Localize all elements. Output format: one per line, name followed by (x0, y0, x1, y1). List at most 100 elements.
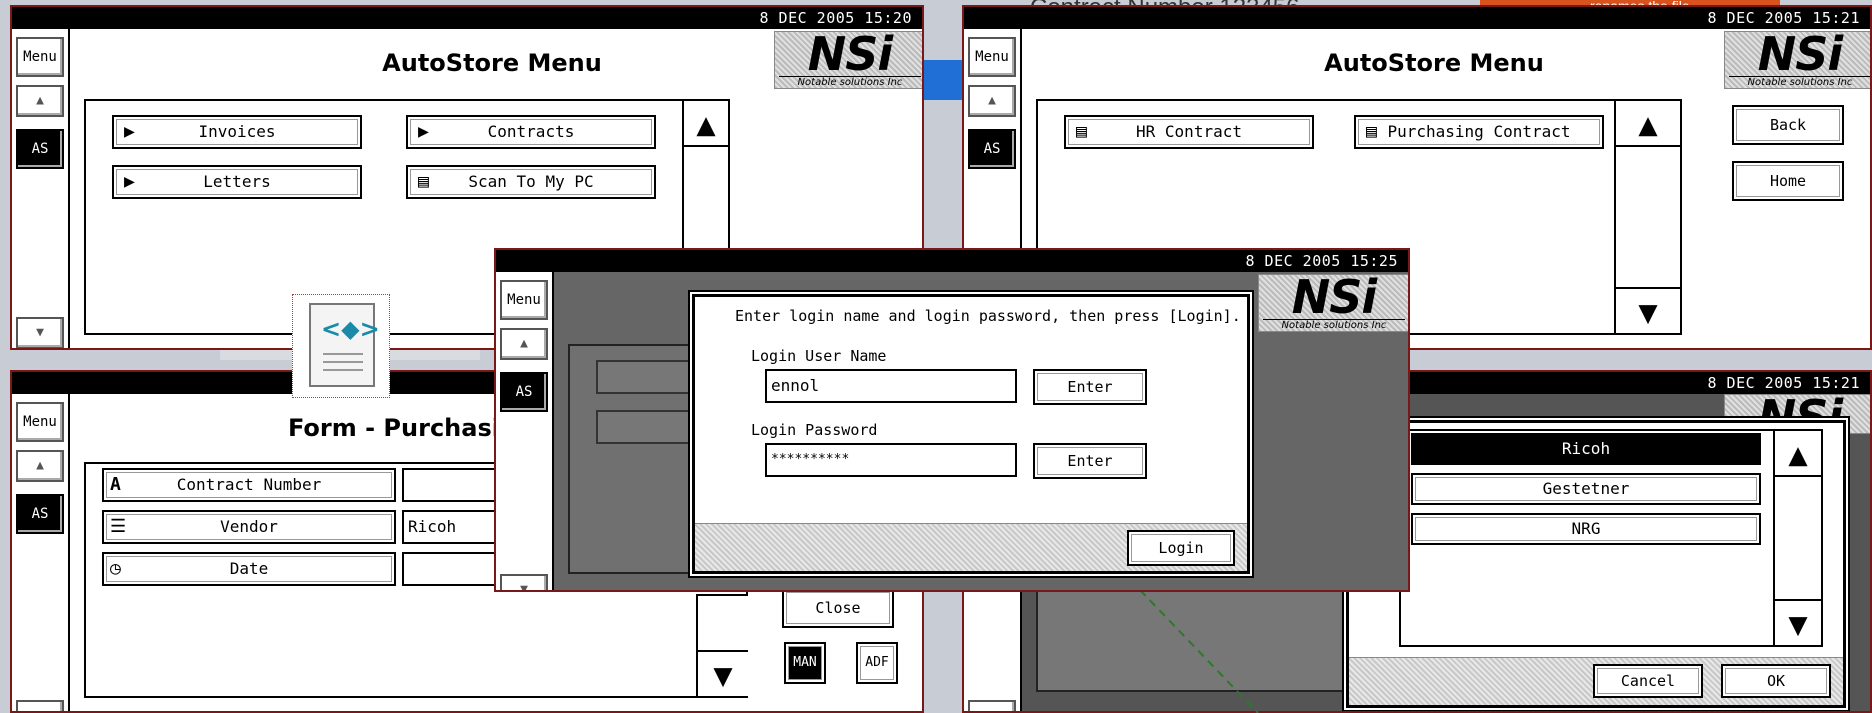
line-decoration (323, 353, 363, 355)
password-enter-button[interactable]: Enter (1033, 443, 1147, 479)
page-title: AutoStore Menu (382, 49, 602, 77)
button-label: Scan To My PC (468, 172, 594, 191)
scroll-down-arrow[interactable]: ▼ (1616, 287, 1680, 333)
form-icon: ▤ (418, 171, 429, 192)
nsi-logo: NSi Notable solutions Inc (1258, 270, 1408, 332)
page-icon: <◆> (309, 303, 380, 387)
button-label: Invoices (198, 122, 276, 141)
as-button[interactable]: AS (16, 129, 64, 169)
button-label: Letters (203, 172, 271, 191)
login-button[interactable]: Login (1127, 530, 1235, 566)
datetime: 8 DEC 2005 15:21 (1707, 374, 1860, 392)
scroll-down-button[interactable]: ▼ (16, 317, 64, 348)
clock-icon: ◷ (110, 558, 121, 579)
close-button[interactable]: Close (782, 588, 894, 628)
scroll-up-arrow[interactable]: ▲ (1775, 431, 1821, 477)
menu-button[interactable]: Menu (968, 37, 1016, 77)
login-dialog: Enter login name and login password, the… (692, 294, 1250, 574)
scroll-up-arrow[interactable]: ▲ (1616, 101, 1680, 147)
logo-subtext: Notable solutions Inc (779, 76, 921, 89)
vendor-option-ricoh[interactable]: Ricoh (1411, 433, 1761, 465)
text-field-icon: A (110, 474, 121, 495)
man-button[interactable]: MAN (784, 642, 826, 684)
scrollbar[interactable]: ▼ (696, 594, 748, 696)
folder-arrow-icon: ▶ (124, 121, 135, 142)
logo-subtext: Notable solutions Inc (1729, 76, 1870, 89)
side-panel: Menu ▲ AS ▼ (496, 272, 554, 590)
scroll-down-button[interactable]: ▼ (968, 700, 1016, 711)
user-name-label: Login User Name (751, 347, 887, 365)
as-button[interactable]: AS (16, 494, 64, 534)
contract-number-field-button[interactable]: A Contract Number (102, 468, 396, 502)
side-panel: Menu ▲ AS ▼ (12, 29, 70, 348)
scroll-up-button[interactable]: ▲ (500, 328, 548, 360)
logo-subtext: Notable solutions Inc (1263, 319, 1405, 332)
scroll-up-button[interactable]: ▲ (16, 85, 64, 117)
line-decoration (323, 369, 363, 371)
nsi-logo: NSi Notable solutions Inc (774, 31, 922, 89)
scroll-down-button[interactable]: ▼ (16, 700, 64, 711)
contracts-button[interactable]: ▶ Contracts (406, 115, 656, 149)
menu-button[interactable]: Menu (16, 37, 64, 77)
page-title: AutoStore Menu (1324, 49, 1544, 77)
status-bar: 8 DEC 2005 15:21 (964, 7, 1870, 29)
scroll-down-button[interactable]: ▼ (500, 574, 548, 590)
scroll-up-button[interactable]: ▲ (968, 85, 1016, 117)
date-field-button[interactable]: ◷ Date (102, 552, 396, 586)
login-instruction: Enter login name and login password, the… (735, 307, 1241, 325)
button-label: HR Contract (1136, 122, 1242, 141)
dialog-footer: Cancel OK (1349, 657, 1843, 705)
datetime: 8 DEC 2005 15:20 (759, 9, 912, 27)
dimmed-button (596, 410, 706, 444)
user-name-enter-button[interactable]: Enter (1033, 369, 1147, 405)
form-icon: ▤ (1076, 121, 1087, 142)
user-name-input[interactable]: ennol (765, 369, 1017, 403)
vendor-list: Ricoh Gestetner NRG ▲ ▼ (1399, 429, 1823, 647)
as-button[interactable]: AS (968, 129, 1016, 169)
code-glyph-icon: <◆> (321, 315, 380, 343)
scroll-down-arrow[interactable]: ▼ (1775, 599, 1821, 645)
scan-to-my-pc-button[interactable]: ▤ Scan To My PC (406, 165, 656, 199)
form-icon: ▤ (1366, 121, 1377, 142)
home-button[interactable]: Home (1732, 161, 1844, 201)
folder-arrow-icon: ▶ (124, 171, 135, 192)
field-label: Date (229, 559, 269, 578)
purchasing-contract-button[interactable]: ▤ Purchasing Contract (1354, 115, 1604, 149)
scroll-up-arrow[interactable]: ▲ (684, 101, 728, 147)
hr-contract-button[interactable]: ▤ HR Contract (1064, 115, 1314, 149)
vendor-option-nrg[interactable]: NRG (1411, 513, 1761, 545)
button-label: Purchasing Contract (1387, 122, 1571, 141)
scroll-down-arrow[interactable]: ▼ (698, 650, 748, 696)
vendor-list-dialog: Ricoh Gestetner NRG ▲ ▼ Cancel OK (1346, 420, 1846, 708)
menu-button[interactable]: Menu (16, 402, 64, 442)
list-icon: ☰ (110, 516, 127, 537)
letters-button[interactable]: ▶ Letters (112, 165, 362, 199)
menu-button[interactable]: Menu (500, 280, 548, 320)
invoices-button[interactable]: ▶ Invoices (112, 115, 362, 149)
side-panel: Menu ▲ AS ▼ (12, 394, 70, 711)
as-button[interactable]: AS (500, 372, 548, 412)
scrollbar[interactable]: ▲ ▼ (1773, 431, 1821, 645)
password-label: Login Password (751, 421, 878, 439)
field-label: Contract Number (176, 475, 322, 494)
document-file-icon[interactable]: <◆> (292, 294, 390, 398)
cancel-button[interactable]: Cancel (1593, 664, 1703, 698)
login-panel: 8 DEC 2005 15:25 Menu ▲ AS ▼ NSi Notable… (494, 248, 1410, 592)
vendor-option-gestetner[interactable]: Gestetner (1411, 473, 1761, 505)
adf-button[interactable]: ADF (856, 642, 898, 684)
logo-text: NSi (1291, 270, 1377, 324)
dialog-footer: Login (695, 523, 1247, 571)
vendor-field-button[interactable]: ☰ Vendor (102, 510, 396, 544)
status-bar: 8 DEC 2005 15:20 (12, 7, 922, 29)
ok-button[interactable]: OK (1721, 664, 1831, 698)
logo-text: NSi (1757, 27, 1843, 81)
nsi-logo: NSi Notable solutions Inc (1724, 27, 1870, 89)
back-button[interactable]: Back (1732, 105, 1844, 145)
scrollbar[interactable]: ▲ ▼ (1614, 101, 1680, 333)
datetime: 8 DEC 2005 15:25 (1245, 252, 1398, 270)
password-input[interactable]: ********** (765, 443, 1017, 477)
button-label: Contracts (487, 122, 575, 141)
datetime: 8 DEC 2005 15:21 (1707, 9, 1860, 27)
field-label: Vendor (220, 517, 278, 536)
scroll-up-button[interactable]: ▲ (16, 450, 64, 482)
